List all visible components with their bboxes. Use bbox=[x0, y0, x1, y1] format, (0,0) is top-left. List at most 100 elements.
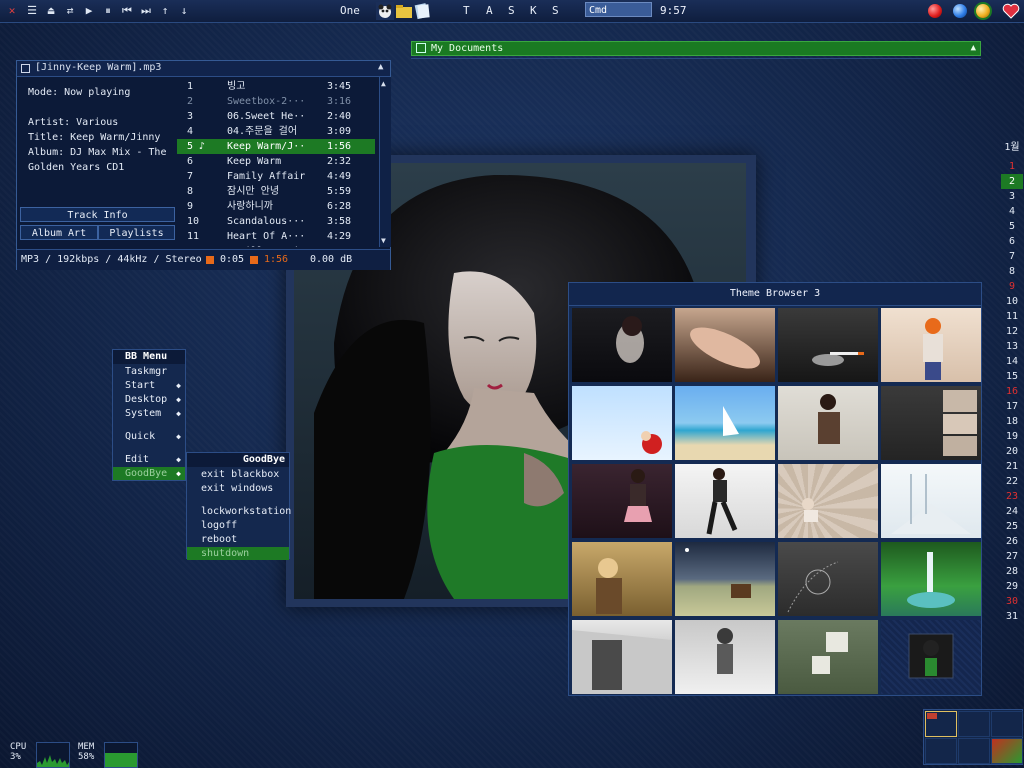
theme-thumbnail[interactable] bbox=[572, 542, 672, 616]
folder-icon[interactable] bbox=[395, 2, 413, 20]
command-input[interactable]: Cmd bbox=[585, 2, 652, 17]
tasks-letter[interactable]: T bbox=[463, 4, 470, 17]
window-menu-icon[interactable] bbox=[416, 43, 426, 53]
calendar-day[interactable]: 8 bbox=[1001, 264, 1023, 279]
playlist-row[interactable]: 4 04.주문을 걸어 3:09 bbox=[177, 124, 375, 139]
calendar-day[interactable]: 12 bbox=[1001, 324, 1023, 339]
theme-thumbnail[interactable] bbox=[675, 308, 775, 382]
collapse-icon[interactable]: ▲ bbox=[971, 42, 976, 55]
play-icon[interactable]: ▶ bbox=[81, 3, 97, 19]
playlist-row[interactable]: 7 Family Affair 4:49 bbox=[177, 169, 375, 184]
tasks-letter[interactable]: S bbox=[508, 4, 515, 17]
workspace-4[interactable] bbox=[925, 738, 957, 764]
playlist-row[interactable]: 5 ♪ Keep Warm/J··· 1:56 bbox=[177, 139, 375, 154]
workspace-5[interactable] bbox=[958, 738, 990, 764]
calendar-day[interactable]: 1 bbox=[1001, 159, 1023, 174]
playlist-row[interactable]: 11 Heart Of A··· 4:29 bbox=[177, 229, 375, 244]
calendar-day[interactable]: 23 bbox=[1001, 489, 1023, 504]
theme-browser-title[interactable]: Theme Browser 3 bbox=[569, 283, 981, 306]
workspace-3[interactable] bbox=[991, 711, 1023, 737]
calendar-day[interactable]: 21 bbox=[1001, 459, 1023, 474]
tasks-letter[interactable]: S bbox=[552, 4, 559, 17]
calendar-day[interactable]: 26 bbox=[1001, 534, 1023, 549]
playlist-row[interactable]: 8 잠시만 안녕 5:59 bbox=[177, 184, 375, 199]
menu-item-taskmgr[interactable]: Taskmgr bbox=[113, 365, 185, 378]
tasks-letter[interactable]: K bbox=[530, 4, 537, 17]
theme-thumbnail[interactable] bbox=[778, 308, 878, 382]
playlist-row[interactable]: 6 Keep Warm 2:32 bbox=[177, 154, 375, 169]
calendar-day[interactable]: 29 bbox=[1001, 579, 1023, 594]
playlist-row[interactable]: 9 사랑하니까 6:28 bbox=[177, 199, 375, 214]
menu-item-exit-windows[interactable]: exit windows bbox=[187, 482, 289, 495]
calendar-day[interactable]: 17 bbox=[1001, 399, 1023, 414]
theme-thumbnail[interactable] bbox=[778, 620, 878, 694]
panda-icon[interactable] bbox=[376, 2, 394, 20]
album-art-button[interactable]: Album Art bbox=[20, 225, 98, 240]
menu-item-quick[interactable]: Quick ◆ bbox=[113, 430, 185, 443]
menu-icon[interactable]: ☰ bbox=[24, 3, 40, 19]
calendar-day[interactable]: 5 bbox=[1001, 219, 1023, 234]
calendar-day[interactable]: 24 bbox=[1001, 504, 1023, 519]
theme-thumbnail[interactable] bbox=[675, 464, 775, 538]
calendar-day[interactable]: 6 bbox=[1001, 234, 1023, 249]
workspace-6[interactable] bbox=[991, 738, 1023, 764]
theme-thumbnail[interactable] bbox=[572, 308, 672, 382]
theme-thumbnail[interactable] bbox=[881, 542, 981, 616]
scroll-up-icon[interactable]: ▲ bbox=[381, 79, 386, 88]
calendar-day[interactable]: 22 bbox=[1001, 474, 1023, 489]
my-documents-window[interactable]: My Documents ▲ bbox=[411, 41, 981, 56]
calendar-day[interactable]: 13 bbox=[1001, 339, 1023, 354]
menu-item-goodbye[interactable]: GoodBye ◆ bbox=[113, 467, 185, 480]
theme-thumbnail[interactable] bbox=[881, 464, 981, 538]
heart-icon[interactable] bbox=[1002, 3, 1020, 21]
pause-icon[interactable]: ⏸ bbox=[100, 3, 116, 19]
workspace-2[interactable] bbox=[958, 711, 990, 737]
menu-item-logoff[interactable]: logoff bbox=[187, 519, 289, 532]
menu-item-edit[interactable]: Edit ◆ bbox=[113, 453, 185, 466]
theme-thumbnail[interactable] bbox=[572, 620, 672, 694]
playlist-row[interactable]: 1 빙고 3:45 bbox=[177, 79, 375, 94]
calendar-day[interactable]: 7 bbox=[1001, 249, 1023, 264]
calendar-day[interactable]: 2 bbox=[1001, 174, 1023, 189]
scroll-down-icon[interactable]: ▼ bbox=[381, 236, 386, 245]
track-info-button[interactable]: Track Info bbox=[20, 207, 175, 222]
calendar-day[interactable]: 20 bbox=[1001, 444, 1023, 459]
theme-thumbnail[interactable] bbox=[675, 620, 775, 694]
theme-thumbnail[interactable] bbox=[675, 386, 775, 460]
playlist-row[interactable]: 10 Scandalous··· 3:58 bbox=[177, 214, 375, 229]
menu-item-shutdown[interactable]: shutdown bbox=[187, 547, 289, 560]
calendar-day[interactable]: 15 bbox=[1001, 369, 1023, 384]
down-icon[interactable]: ↓ bbox=[176, 3, 192, 19]
workspace-name[interactable]: One bbox=[340, 4, 360, 17]
eject-icon[interactable]: ⏏ bbox=[43, 3, 59, 19]
theme-thumbnail[interactable] bbox=[881, 620, 981, 694]
calendar-day[interactable]: 19 bbox=[1001, 429, 1023, 444]
next-icon[interactable]: ⏭ bbox=[138, 3, 154, 19]
player-titlebar[interactable]: [Jinny-Keep Warm].mp3 ▲ bbox=[17, 61, 390, 77]
theme-thumbnail[interactable] bbox=[675, 542, 775, 616]
calendar-day[interactable]: 11 bbox=[1001, 309, 1023, 324]
calendar-day[interactable]: 9 bbox=[1001, 279, 1023, 294]
theme-thumbnail[interactable] bbox=[572, 464, 672, 538]
theme-thumbnail[interactable] bbox=[572, 386, 672, 460]
documents-icon[interactable] bbox=[413, 2, 431, 20]
calendar-day[interactable]: 16 bbox=[1001, 384, 1023, 399]
volume-level[interactable]: 0.00 dB bbox=[310, 250, 352, 270]
repeat-icon[interactable]: ⇄ bbox=[62, 3, 78, 19]
playlists-button[interactable]: Playlists bbox=[98, 225, 175, 240]
menu-item-lockworkstation[interactable]: lockworkstation bbox=[187, 505, 291, 518]
calendar-day[interactable]: 31 bbox=[1001, 609, 1023, 624]
theme-thumbnail[interactable] bbox=[778, 464, 878, 538]
prev-icon[interactable]: ⏮ bbox=[119, 3, 135, 19]
up-icon[interactable]: ↑ bbox=[157, 3, 173, 19]
menu-item-exit-blackbox[interactable]: exit blackbox bbox=[187, 468, 289, 481]
close-icon[interactable]: ✕ bbox=[4, 3, 20, 19]
window-menu-icon[interactable] bbox=[21, 64, 30, 73]
collapse-icon[interactable]: ▲ bbox=[378, 62, 383, 72]
playlist-row[interactable]: 3 06.Sweet He··· 2:40 bbox=[177, 109, 375, 124]
red-orb-icon[interactable] bbox=[928, 4, 942, 18]
calendar-day[interactable]: 4 bbox=[1001, 204, 1023, 219]
tasks-letter[interactable]: A bbox=[486, 4, 493, 17]
theme-thumbnail[interactable] bbox=[778, 542, 878, 616]
calendar-day[interactable]: 28 bbox=[1001, 564, 1023, 579]
